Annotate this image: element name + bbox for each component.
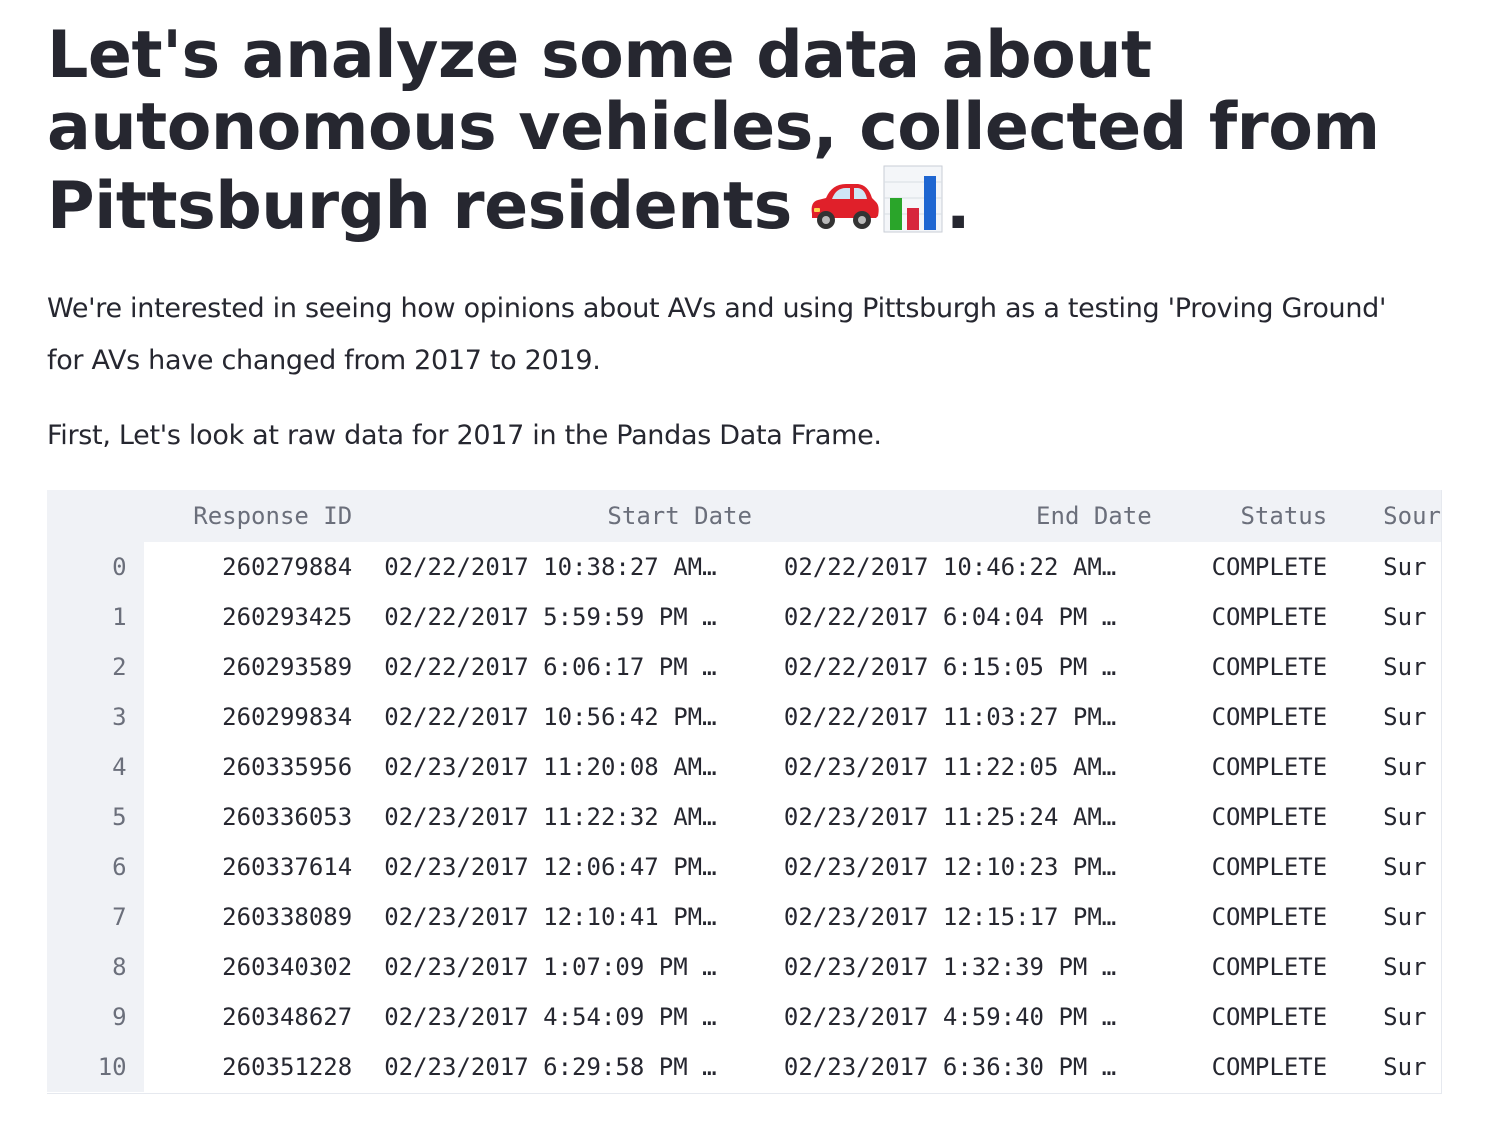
column-header-source[interactable]: Sour	[1327, 490, 1441, 542]
cell-status[interactable]: COMPLETE	[1152, 992, 1328, 1042]
lead-paragraph: First, Let's look at raw data for 2017 i…	[47, 420, 882, 451]
table-row: 9 260348627 02/23/2017 4:54:09 PM … 02/23/2…	[47, 992, 1441, 1042]
cell-response-id[interactable]: 260335956	[144, 742, 352, 792]
row-index: 1	[47, 592, 144, 642]
cell-end-date[interactable]: 02/23/2017 4:59:40 PM …	[752, 992, 1152, 1042]
row-index: 8	[47, 942, 144, 992]
cell-start-date[interactable]: 02/23/2017 12:10:41 PM…	[352, 892, 752, 942]
cell-end-date[interactable]: 02/23/2017 12:15:17 PM…	[752, 892, 1152, 942]
bar-chart-emoji-icon	[883, 165, 943, 233]
cell-source[interactable]: Sur	[1327, 742, 1441, 792]
column-header-end-date[interactable]: End Date	[751, 490, 1152, 542]
cell-start-date[interactable]: 02/23/2017 1:07:09 PM …	[352, 942, 752, 992]
cell-start-date[interactable]: 02/23/2017 4:54:09 PM …	[352, 992, 752, 1042]
column-header-status[interactable]: Status	[1151, 490, 1328, 542]
table-row: 6 260337614 02/23/2017 12:06:47 PM… 02/23/2…	[47, 842, 1441, 892]
cell-end-date[interactable]: 02/22/2017 11:03:27 PM…	[752, 692, 1152, 742]
cell-end-date[interactable]: 02/23/2017 12:10:23 PM…	[752, 842, 1152, 892]
cell-status[interactable]: COMPLETE	[1152, 1042, 1328, 1092]
main-content: Let's analyze some data about autonomous …	[47, 20, 1447, 456]
row-index: 3	[47, 692, 144, 742]
row-index: 0	[47, 542, 144, 592]
row-index: 2	[47, 642, 144, 692]
title-emojis	[806, 164, 944, 249]
cell-end-date[interactable]: 02/23/2017 11:25:24 AM…	[752, 792, 1152, 842]
cell-response-id[interactable]: 260299834	[144, 692, 352, 742]
cell-end-date[interactable]: 02/22/2017 6:04:04 PM …	[752, 592, 1152, 642]
cell-start-date[interactable]: 02/23/2017 12:06:47 PM…	[352, 842, 752, 892]
cell-source[interactable]: Sur	[1327, 792, 1441, 842]
cell-start-date[interactable]: 02/23/2017 11:20:08 AM…	[352, 742, 752, 792]
row-index: 6	[47, 842, 144, 892]
cell-status[interactable]: COMPLETE	[1152, 592, 1328, 642]
cell-start-date[interactable]: 02/23/2017 6:29:58 PM …	[352, 1042, 752, 1092]
cell-source[interactable]: Sur	[1327, 942, 1441, 992]
cell-start-date[interactable]: 02/22/2017 5:59:59 PM …	[352, 592, 752, 642]
cell-response-id[interactable]: 260351228	[144, 1042, 352, 1092]
cell-end-date[interactable]: 02/23/2017 11:22:05 AM…	[752, 742, 1152, 792]
cell-end-date[interactable]: 02/23/2017 1:32:39 PM …	[752, 942, 1152, 992]
index-header	[47, 490, 144, 542]
row-index: 10	[47, 1042, 144, 1092]
cell-status[interactable]: COMPLETE	[1152, 792, 1328, 842]
cell-status[interactable]: COMPLETE	[1152, 642, 1328, 692]
cell-source[interactable]: Sur	[1327, 592, 1441, 642]
column-header-start-date[interactable]: Start Date	[352, 490, 752, 542]
table-row: 5 260336053 02/23/2017 11:22:32 AM… 02/23/2…	[47, 792, 1441, 842]
table-row: 10 260351228 02/23/2017 6:29:58 PM … 02/23/…	[47, 1042, 1441, 1092]
dataframe: Response ID Start Date End Date Status S…	[47, 490, 1441, 1092]
cell-source[interactable]: Sur	[1327, 692, 1441, 742]
page-title: Let's analyze some data about autonomous …	[47, 20, 1457, 249]
cell-response-id[interactable]: 260293425	[144, 592, 352, 642]
cell-start-date[interactable]: 02/23/2017 11:22:32 AM…	[352, 792, 752, 842]
cell-end-date[interactable]: 02/22/2017 6:15:05 PM …	[752, 642, 1152, 692]
cell-status[interactable]: COMPLETE	[1152, 842, 1328, 892]
row-index: 4	[47, 742, 144, 792]
title-line-1: Let's analyze some data about	[47, 18, 1152, 93]
title-line-3: Pittsburgh residents	[47, 169, 792, 244]
table-row: 1 260293425 02/22/2017 5:59:59 PM … 02/22/2…	[47, 592, 1441, 642]
cell-source[interactable]: Sur	[1327, 542, 1441, 592]
table-row: 3 260299834 02/22/2017 10:56:42 PM… 02/22/2…	[47, 692, 1441, 742]
cell-end-date[interactable]: 02/23/2017 6:36:30 PM …	[752, 1042, 1152, 1092]
cell-start-date[interactable]: 02/22/2017 10:38:27 AM…	[352, 542, 752, 592]
cell-start-date[interactable]: 02/22/2017 6:06:17 PM …	[352, 642, 752, 692]
row-index: 9	[47, 992, 144, 1042]
cell-source[interactable]: Sur	[1327, 842, 1441, 892]
cell-response-id[interactable]: 260336053	[144, 792, 352, 842]
cell-response-id[interactable]: 260293589	[144, 642, 352, 692]
cell-source[interactable]: Sur	[1327, 992, 1441, 1042]
table-row: 7 260338089 02/23/2017 12:10:41 PM… 02/23/2…	[47, 892, 1441, 942]
table-row: 0 260279884 02/22/2017 10:38:27 AM… 02/22/2…	[47, 542, 1441, 592]
cell-status[interactable]: COMPLETE	[1152, 942, 1328, 992]
cell-source[interactable]: Sur	[1327, 1042, 1441, 1092]
table-row: 8 260340302 02/23/2017 1:07:09 PM … 02/23/2…	[47, 942, 1441, 992]
intro-paragraph: We're interested in seeing how opinions …	[47, 293, 1387, 376]
cell-response-id[interactable]: 260338089	[144, 892, 352, 942]
row-index: 5	[47, 792, 144, 842]
cell-response-id[interactable]: 260340302	[144, 942, 352, 992]
cell-status[interactable]: COMPLETE	[1152, 892, 1328, 942]
cell-response-id[interactable]: 260279884	[144, 542, 352, 592]
header-row: Response ID Start Date End Date Status S…	[47, 490, 1441, 542]
cell-response-id[interactable]: 260337614	[144, 842, 352, 892]
cell-source[interactable]: Sur	[1327, 642, 1441, 692]
cell-status[interactable]: COMPLETE	[1152, 542, 1328, 592]
cell-source[interactable]: Sur	[1327, 892, 1441, 942]
cell-status[interactable]: COMPLETE	[1152, 692, 1328, 742]
cell-end-date[interactable]: 02/22/2017 10:46:22 AM…	[752, 542, 1152, 592]
title-period: .	[945, 169, 971, 244]
column-header-response-id[interactable]: Response ID	[143, 490, 353, 542]
cell-status[interactable]: COMPLETE	[1152, 742, 1328, 792]
car-emoji-icon	[811, 184, 879, 229]
row-index: 7	[47, 892, 144, 942]
table-row: 2 260293589 02/22/2017 6:06:17 PM … 02/22/2…	[47, 642, 1441, 692]
table-row: 4 260335956 02/23/2017 11:20:08 AM… 02/23/2…	[47, 742, 1441, 792]
cell-response-id[interactable]: 260348627	[144, 992, 352, 1042]
cell-start-date[interactable]: 02/22/2017 10:56:42 PM…	[352, 692, 752, 742]
title-line-2: autonomous vehicles, collected from	[47, 90, 1380, 165]
dataframe-table[interactable]: Response ID Start Date End Date Status S…	[47, 490, 1442, 1094]
